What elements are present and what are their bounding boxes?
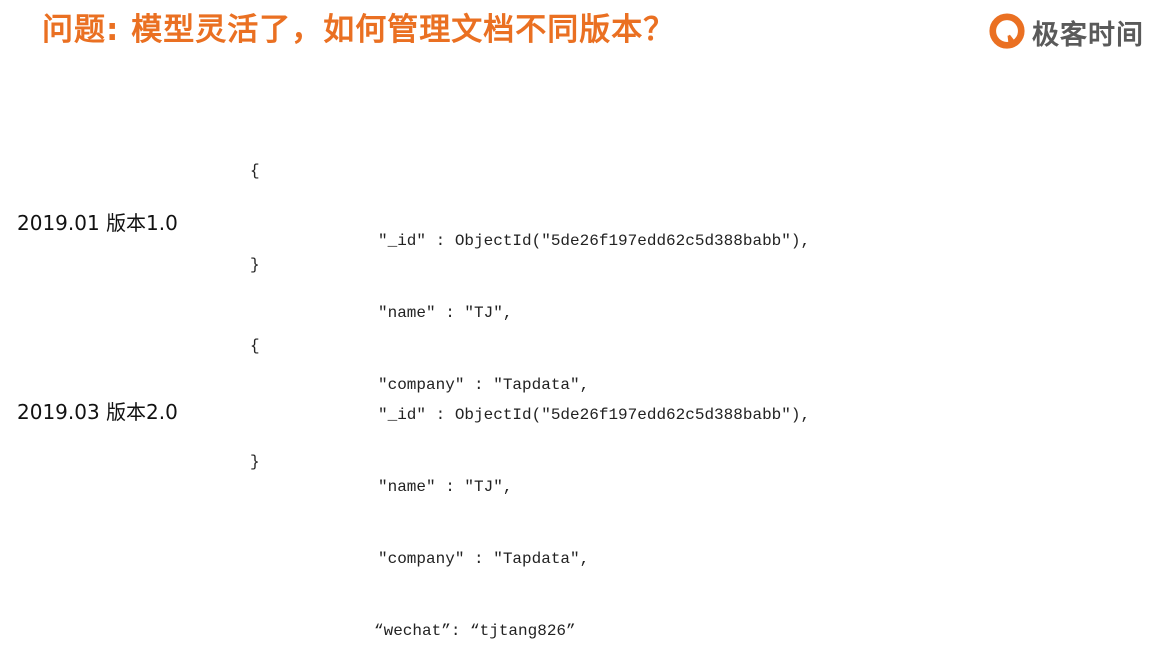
brace-close-2: } bbox=[250, 453, 260, 471]
field-id-line: "_id" : ObjectId("5de26f197edd62c5d388ba… bbox=[378, 232, 811, 250]
brace-open-2: { bbox=[250, 337, 260, 355]
document-body-2: "_id" : ObjectId("5de26f197edd62c5d388ba… bbox=[374, 355, 811, 667]
field-wechat-line: “wechat”: “tjtang826” bbox=[374, 622, 576, 640]
field-name-line: "name" : "TJ", bbox=[378, 304, 513, 322]
logo-text: 极客时间 bbox=[1032, 19, 1144, 51]
brace-open-1: { bbox=[250, 162, 260, 180]
field-company-line: "company" : "Tapdata", bbox=[378, 550, 590, 568]
version-label-1: 2019.01 版本1.0 bbox=[17, 211, 178, 235]
geektime-logo-icon bbox=[989, 13, 1025, 49]
field-id-line: "_id" : ObjectId("5de26f197edd62c5d388ba… bbox=[378, 406, 811, 424]
brace-close-1: } bbox=[250, 256, 260, 274]
page-title: 问题: 模型灵活了，如何管理文档不同版本？ bbox=[42, 12, 676, 48]
version-label-2: 2019.03 版本2.0 bbox=[17, 400, 178, 424]
logo: 极客时间 bbox=[988, 12, 1144, 52]
field-name-line: "name" : "TJ", bbox=[378, 478, 513, 496]
